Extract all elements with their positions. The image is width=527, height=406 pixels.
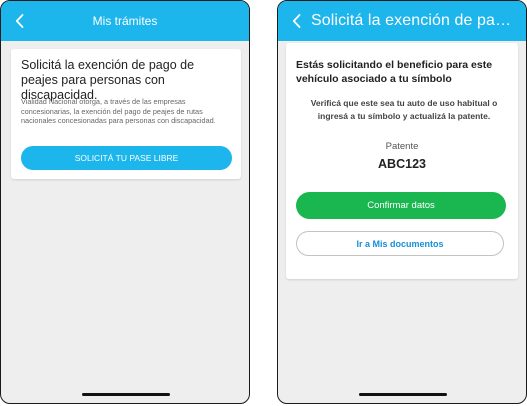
card-title: Estás solicitando el beneficio para este… xyxy=(296,59,493,85)
vehicle-confirmation-card: Estás solicitando el beneficio para este… xyxy=(286,43,518,279)
header-bar: Solicitá la exención de pago de... xyxy=(278,1,526,41)
confirm-data-button[interactable]: Confirmar datos xyxy=(296,192,506,219)
page-title: Mis trámites xyxy=(92,14,158,28)
request-pass-button[interactable]: SOLICITÁ TU PASE LIBRE xyxy=(21,146,232,170)
chevron-left-icon[interactable] xyxy=(288,12,304,30)
card-description: Vialidad Nacional otorga, a través de la… xyxy=(21,97,216,125)
card-description: Verificá que este sea tu auto de uso hab… xyxy=(310,98,498,121)
patente-label: Patente xyxy=(385,141,419,152)
home-indicator[interactable] xyxy=(82,392,170,396)
home-indicator[interactable] xyxy=(359,392,447,396)
patente-value: ABC123 xyxy=(378,157,426,171)
go-to-documents-button[interactable]: Ir a Mis documentos xyxy=(296,231,504,256)
exemption-card: Solicitá la exención de pago de peajes p… xyxy=(11,49,241,179)
chevron-left-icon[interactable] xyxy=(11,12,27,30)
page-title: Solicitá la exención de pago de... xyxy=(311,12,520,29)
phone-screen-request-exemption: Solicitá la exención de pago de... Estás… xyxy=(277,0,527,404)
phone-screen-mis-tramites: Mis trámites Solicitá la exención de pag… xyxy=(0,0,250,404)
header-bar: Mis trámites xyxy=(1,1,249,41)
